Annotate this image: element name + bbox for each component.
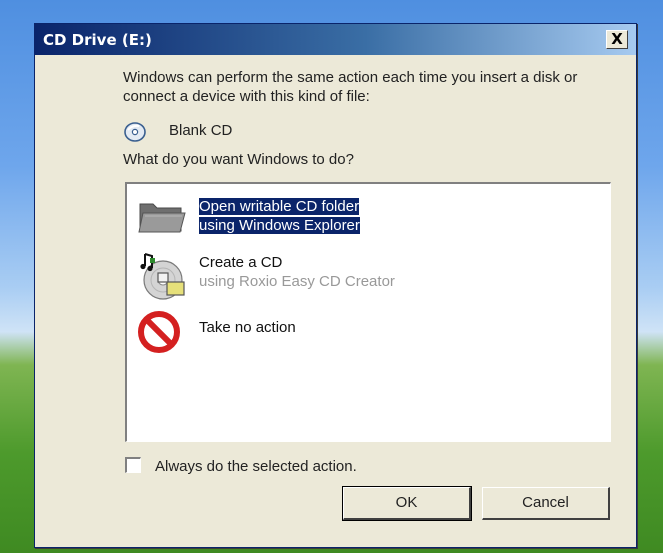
autoplay-dialog: CD Drive (E:) X Windows can perform the … [34, 23, 637, 548]
list-item-open-folder[interactable]: Open writable CD folder using Windows Ex… [127, 194, 607, 244]
action-subtitle-selected: using Windows Explorer [198, 216, 361, 235]
action-subtitle: using Roxio Easy CD Creator [199, 273, 395, 290]
action-title-selected: Open writable CD folder [197, 197, 361, 216]
folder-icon [138, 203, 186, 233]
list-item-no-action[interactable]: Take no action [127, 308, 607, 353]
action-text: Open writable CD folder using Windows Ex… [197, 197, 361, 235]
ok-button[interactable]: OK [342, 486, 472, 521]
action-text: Take no action [199, 318, 296, 337]
question-text: What do you want Windows to do? [123, 151, 354, 168]
title-bar[interactable]: CD Drive (E:) X [35, 24, 636, 55]
action-title: Take no action [199, 319, 296, 336]
always-checkbox-label[interactable]: Always do the selected action. [155, 458, 357, 475]
always-checkbox[interactable] [125, 457, 141, 473]
window-title: CD Drive (E:) [43, 31, 152, 49]
list-item-create-cd[interactable]: Create a CD using Roxio Easy CD Creator [127, 250, 607, 304]
action-list[interactable]: Open writable CD folder using Windows Ex… [125, 182, 611, 442]
action-text: Create a CD using Roxio Easy CD Creator [199, 253, 395, 291]
cancel-button[interactable]: Cancel [482, 487, 610, 520]
content-type-label: Blank CD [169, 122, 233, 139]
roxio-cd-icon [140, 253, 185, 300]
action-title: Create a CD [199, 254, 283, 271]
blank-cd-icon [124, 122, 146, 142]
intro-text: Windows can perform the same action each… [123, 69, 578, 105]
no-action-icon [138, 311, 180, 353]
close-button[interactable]: X [606, 30, 628, 49]
